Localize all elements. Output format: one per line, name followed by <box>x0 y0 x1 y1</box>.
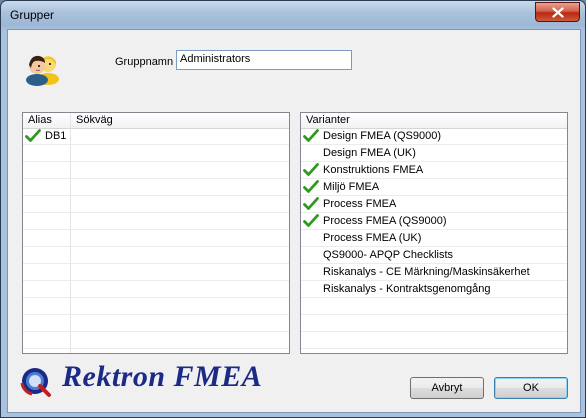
variant-label: QS9000- APQP Checklists <box>323 249 454 261</box>
variant-label: Process FMEA (QS9000) <box>323 215 447 227</box>
empty-row <box>23 213 289 230</box>
brand-logo-text: Rektron FMEA <box>62 360 263 393</box>
variant-item[interactable]: Riskanalys - Kontraktsgenomgång <box>301 281 567 298</box>
checkmark-icon <box>303 197 319 210</box>
variant-label: Riskanalys - Kontraktsgenomgång <box>323 283 491 295</box>
checkmark-icon <box>303 180 319 193</box>
empty-row <box>301 332 567 349</box>
variants-list-header: Varianter <box>301 113 567 129</box>
empty-row <box>23 315 289 332</box>
variant-item[interactable]: Process FMEA (UK) <box>301 230 567 247</box>
column-header-alias[interactable]: Alias <box>28 114 52 126</box>
dialog-client-area: Gruppnamn Administrators Alias Sökväg DB… <box>7 29 581 413</box>
empty-row <box>23 179 289 196</box>
empty-row <box>23 332 289 349</box>
checkmark-icon <box>303 214 319 227</box>
variant-label: Design FMEA (QS9000) <box>323 130 441 142</box>
checkmark-icon <box>303 129 319 142</box>
window-title: Grupper <box>10 8 55 22</box>
variant-item[interactable]: Process FMEA <box>301 196 567 213</box>
empty-row <box>301 298 567 315</box>
group-name-input[interactable]: Administrators <box>176 50 352 70</box>
variant-item[interactable]: Miljö FMEA <box>301 179 567 196</box>
variant-item[interactable]: Process FMEA (QS9000) <box>301 213 567 230</box>
variant-label: Design FMEA (UK) <box>323 147 416 159</box>
variant-item[interactable]: QS9000- APQP Checklists <box>301 247 567 264</box>
close-icon <box>551 6 564 18</box>
alias-cell: DB1 <box>45 130 67 142</box>
variant-item[interactable]: Riskanalys - CE Märkning/Maskinsäkerhet <box>301 264 567 281</box>
variant-label: Miljö FMEA <box>323 181 380 193</box>
alias-list-header: Alias Sökväg <box>23 113 289 129</box>
close-button[interactable] <box>535 2 580 22</box>
empty-row <box>23 162 289 179</box>
variant-item[interactable]: Konstruktions FMEA <box>301 162 567 179</box>
users-group-icon <box>25 50 61 86</box>
column-header-variants[interactable]: Varianter <box>306 114 350 126</box>
empty-row <box>23 264 289 281</box>
variant-item[interactable]: Design FMEA (QS9000) <box>301 128 567 145</box>
alias-row[interactable]: DB1 <box>23 128 289 145</box>
dialog-window: Grupper Gruppnamn Administrators Alias S… <box>0 0 586 418</box>
group-name-label: Gruppnamn <box>115 56 174 68</box>
empty-row <box>23 298 289 315</box>
variant-label: Konstruktions FMEA <box>323 164 424 176</box>
title-bar[interactable]: Grupper <box>1 1 585 29</box>
cancel-button[interactable]: Avbryt <box>410 377 484 399</box>
empty-row <box>23 281 289 298</box>
checkmark-icon <box>25 129 41 142</box>
variant-item[interactable]: Design FMEA (UK) <box>301 145 567 162</box>
ok-button[interactable]: OK <box>494 377 568 399</box>
empty-row <box>23 230 289 247</box>
variants-list[interactable]: Varianter Design FMEA (QS9000) Design FM… <box>300 112 568 354</box>
variant-label: Process FMEA <box>323 198 397 210</box>
column-header-path[interactable]: Sökväg <box>76 114 113 126</box>
empty-row <box>23 145 289 162</box>
empty-row <box>23 196 289 213</box>
checkmark-icon <box>303 163 319 176</box>
variant-label: Process FMEA (UK) <box>323 232 422 244</box>
empty-row <box>301 315 567 332</box>
empty-row <box>23 247 289 264</box>
variant-label: Riskanalys - CE Märkning/Maskinsäkerhet <box>323 266 530 278</box>
alias-list[interactable]: Alias Sökväg DB1 <box>22 112 290 354</box>
rektron-logo-icon <box>18 364 52 398</box>
